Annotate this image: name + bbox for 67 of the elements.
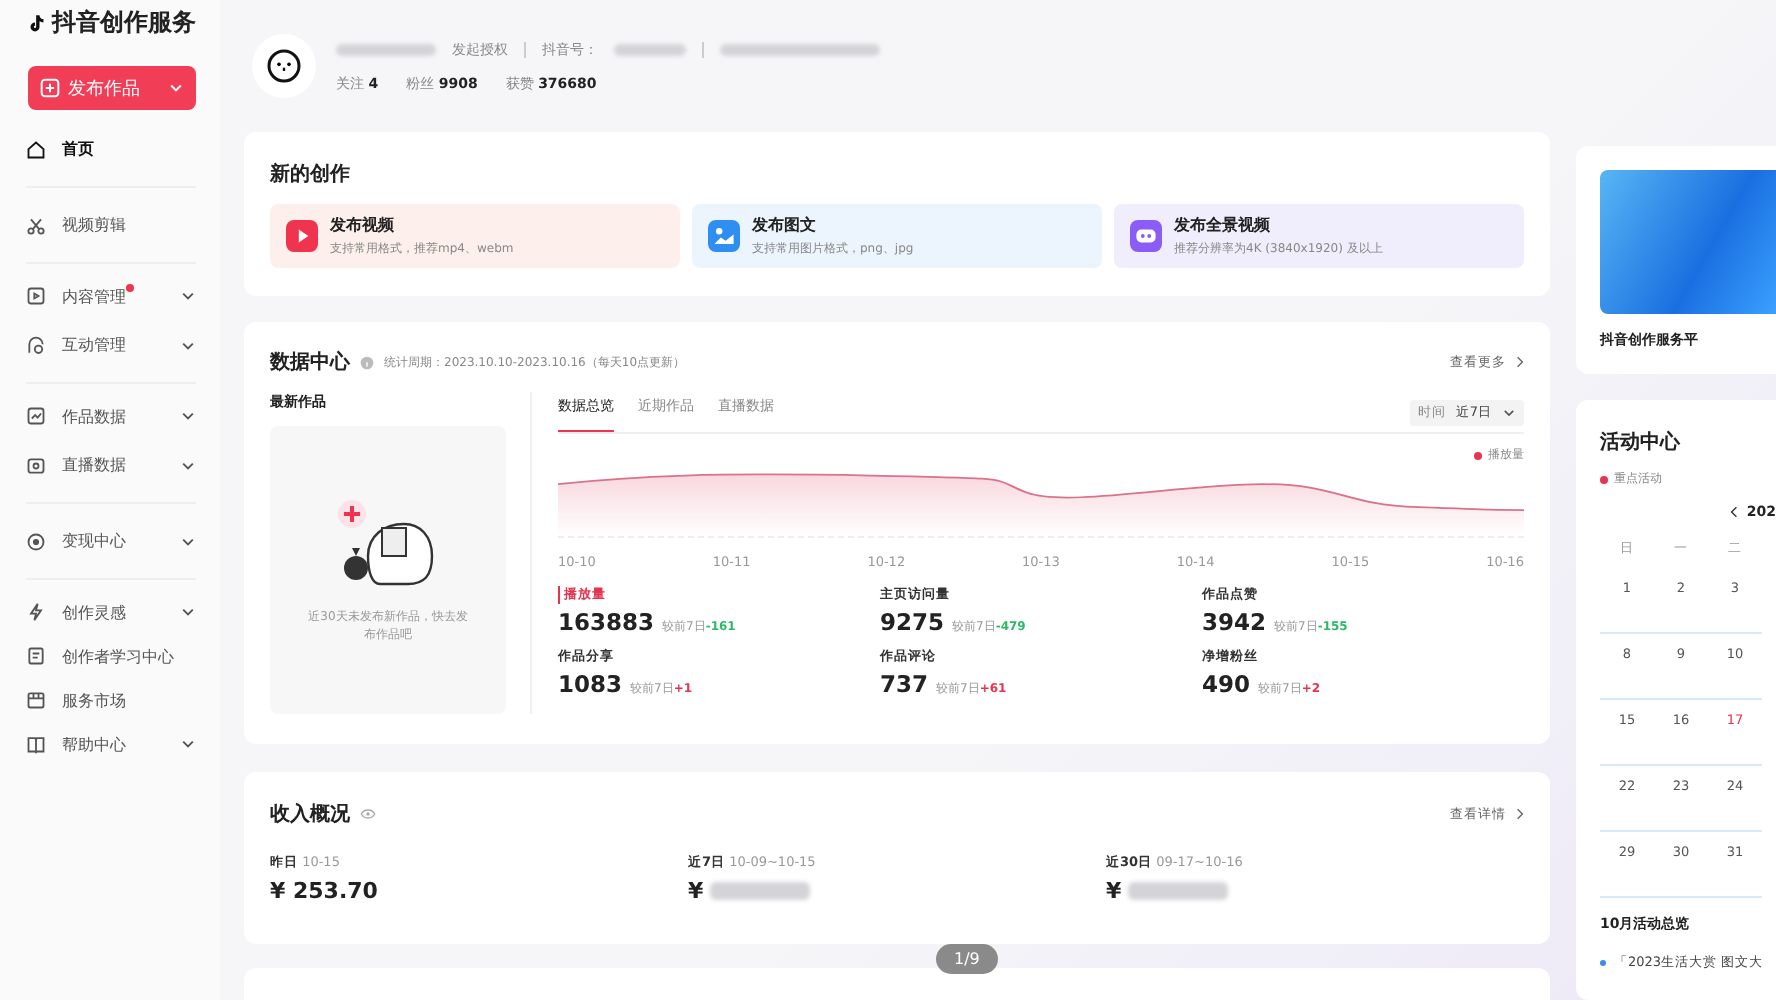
redacted-username <box>336 43 436 55</box>
section-title: 数据中心 <box>270 348 350 376</box>
line-chart-icon <box>26 406 46 426</box>
picture-icon <box>708 220 740 252</box>
sidebar-item[interactable]: 帮助中心 <box>26 722 196 766</box>
sidebar-item[interactable]: 服务市场 <box>26 678 196 722</box>
option-title: 发布全景视频 <box>1174 214 1272 236</box>
chevron-down-icon <box>180 408 196 424</box>
legend-dot <box>1600 475 1608 483</box>
metric-value: 737 <box>880 670 929 698</box>
income-amount: ¥ <box>688 878 704 904</box>
chevron-down-icon <box>180 337 196 353</box>
option-title: 发布视频 <box>330 214 396 236</box>
brand-name: 抖音创作服务 <box>52 5 196 39</box>
sidebar-item[interactable]: 互动管理 <box>26 318 196 384</box>
section-title: 新的创作 <box>270 160 352 188</box>
section-title: 活动中心 <box>1600 428 1682 456</box>
camera-icon <box>26 455 46 475</box>
metric-value: 9275 <box>880 608 945 636</box>
chevron-down-icon <box>180 288 196 304</box>
redacted-account-id <box>614 43 686 55</box>
redacted-amount <box>1127 882 1228 900</box>
sidebar-item[interactable]: 视频剪辑 <box>26 198 196 264</box>
sidebar-item[interactable]: 首页 <box>26 122 196 188</box>
chevron-left-icon[interactable] <box>1730 506 1739 518</box>
sidebar-item[interactable]: 作品数据 <box>26 394 196 438</box>
page-indicator: 1/9 <box>936 944 998 974</box>
scissors-icon <box>26 215 46 235</box>
legend-dot <box>1474 451 1482 459</box>
plus-square-icon <box>40 78 60 98</box>
note-logo-icon <box>26 9 44 35</box>
target-icon <box>26 531 46 551</box>
chevron-right-icon <box>1516 808 1524 820</box>
sidebar-item[interactable]: 直播数据 <box>26 438 196 504</box>
metric-value: 163883 <box>558 608 655 636</box>
play-square-icon <box>26 286 46 306</box>
storefront-icon <box>26 690 46 710</box>
lightning-icon <box>26 602 46 622</box>
income-amount: ¥ <box>1106 878 1122 904</box>
metric-value: 490 <box>1202 670 1251 698</box>
chevron-down-icon <box>180 736 196 752</box>
chevron-right-icon <box>1516 356 1524 368</box>
redacted-amount <box>709 882 810 900</box>
metric-value: 3942 <box>1202 608 1267 636</box>
option-title: 发布图文 <box>752 214 818 236</box>
sidebar-item[interactable]: 变现中心 <box>26 514 196 580</box>
section-title: 收入概况 <box>270 801 350 828</box>
sidebar-item[interactable]: 内容管理 <box>26 274 196 318</box>
chevron-down-icon <box>180 604 196 620</box>
chevron-down-icon <box>180 457 196 473</box>
info-icon <box>360 355 374 369</box>
publish-button[interactable]: 发布作品 <box>28 66 196 110</box>
play-icon <box>286 220 318 252</box>
sidebar-item[interactable]: 创作者学习中心 <box>26 634 196 678</box>
bullet-dot <box>1600 960 1606 966</box>
sidebar-item[interactable]: 创作灵感 <box>26 590 196 634</box>
metric-value: 1083 <box>558 670 623 698</box>
eye-icon <box>360 808 376 820</box>
document-icon <box>26 646 46 666</box>
home-icon <box>26 139 46 159</box>
book-icon <box>26 734 46 754</box>
income-amount: ¥ 253.70 <box>270 878 378 904</box>
chevron-down-icon <box>180 533 196 549</box>
notification-dot <box>126 284 134 292</box>
chevron-down-icon <box>1502 405 1516 419</box>
panorama-icon <box>1130 220 1162 252</box>
avatar <box>252 34 316 98</box>
